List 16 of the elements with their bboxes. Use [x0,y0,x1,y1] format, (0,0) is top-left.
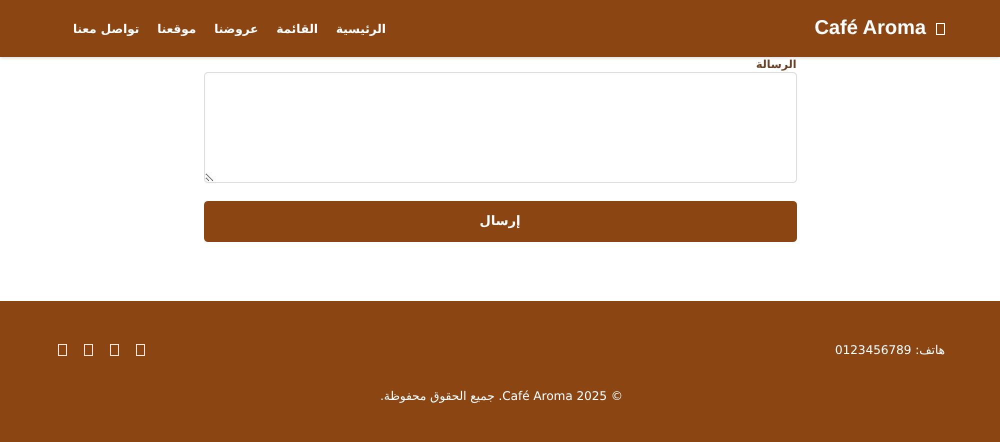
square-icon[interactable] [84,344,93,356]
nav-link[interactable]: القائمة [276,22,318,36]
field-label: الرسالة [756,57,796,72]
square-icon[interactable] [58,344,67,356]
square-icon [936,22,945,34]
square-icon[interactable] [136,344,145,356]
phone-text: هاتف: 0123456789 [835,343,945,357]
nav-link[interactable]: تواصل معنا [73,22,140,36]
message-field[interactable] [204,72,796,183]
nav-link[interactable]: عروضنا [214,22,258,36]
nav-link[interactable]: موقعنا [157,22,196,36]
send-button[interactable]: إرسال [204,201,796,242]
nav-link[interactable]: الرئيسية [336,22,386,36]
logo[interactable]: Café Aroma [814,17,926,40]
copyright-text: © 2025 Café Aroma. جميع الحقوق محفوظة. [380,389,623,403]
square-icon[interactable] [110,344,119,356]
